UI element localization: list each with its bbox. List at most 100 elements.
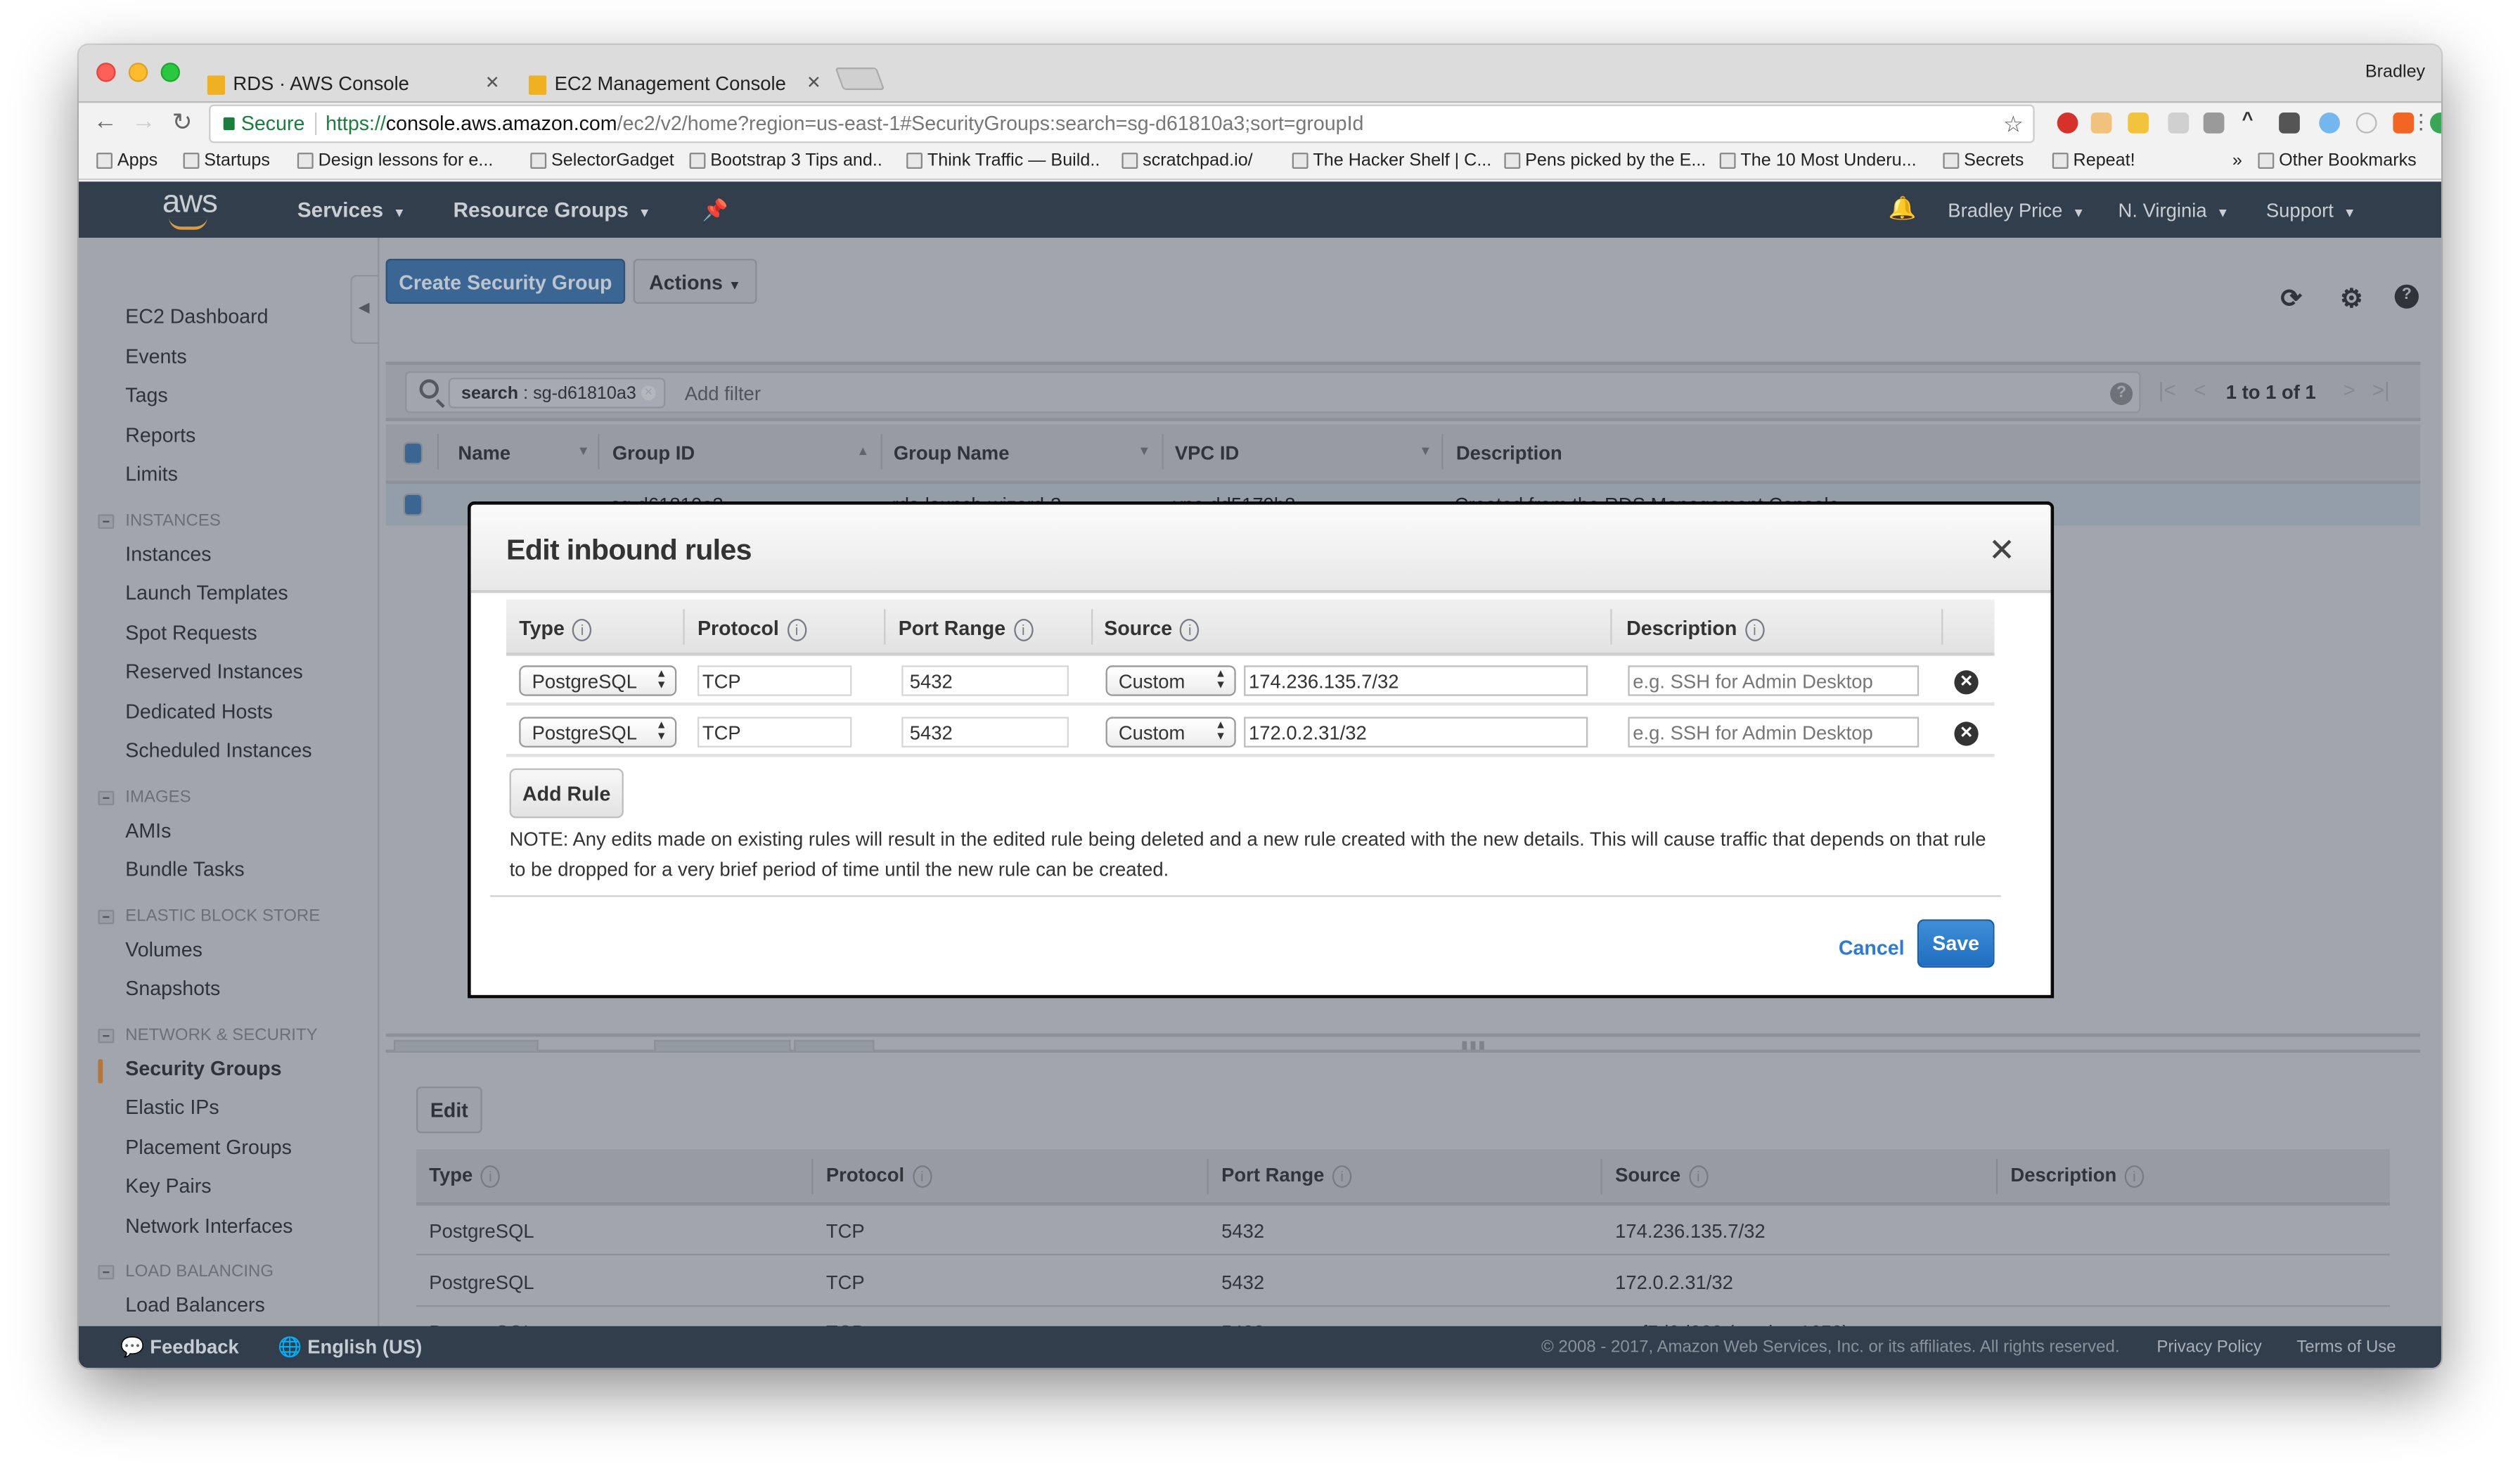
type-select[interactable]: PostgreSQL ▲ ▼ (519, 665, 677, 696)
extension-icon[interactable] (2128, 112, 2149, 134)
sidebar-item[interactable]: Reserved Instances (125, 660, 303, 683)
bookmarks-overflow-button[interactable]: » (2232, 151, 2242, 170)
sidebar-item[interactable]: Load Balancers (125, 1294, 265, 1316)
feedback-link[interactable]: 💬 Feedback (120, 1335, 238, 1358)
sidebar-item[interactable]: Key Pairs (125, 1175, 211, 1198)
region-menu[interactable]: N. Virginia ▼ (2119, 199, 2230, 222)
source-field[interactable]: 172.0.2.31/32 (1244, 716, 1588, 747)
tab-close-icon[interactable]: ✕ (485, 72, 500, 93)
extension-icon[interactable] (2090, 112, 2112, 134)
select-all-checkbox[interactable] (403, 442, 423, 465)
bookmark-item[interactable]: SelectorGadget (530, 151, 674, 170)
bookmark-item[interactable]: Pens picked by the E... (1504, 151, 1706, 170)
save-button[interactable]: Save (1917, 919, 1995, 968)
collapse-section-icon[interactable] (98, 513, 115, 528)
gear-icon[interactable]: ⚙ (2340, 283, 2363, 315)
aws-logo[interactable]: aws (162, 185, 218, 222)
next-page-icon[interactable]: > (2344, 378, 2355, 402)
extension-icon[interactable] (2429, 112, 2441, 134)
column-header-description[interactable]: Description (1456, 442, 1562, 465)
port-range-field[interactable]: 5432 (901, 665, 1069, 696)
delete-rule-icon[interactable]: ✕ (1954, 670, 1979, 695)
extension-icon[interactable] (2355, 112, 2377, 134)
resource-groups-menu[interactable]: Resource Groups ▼ (454, 198, 651, 222)
reload-icon[interactable]: ↻ (172, 108, 193, 136)
pin-icon[interactable]: 📌 (702, 198, 728, 224)
sidebar-item[interactable]: Tags (125, 384, 167, 406)
row-checkbox[interactable] (403, 493, 423, 516)
sidebar-item[interactable]: Network Interfaces (125, 1214, 292, 1237)
profile-name[interactable]: Bradley (2365, 63, 2425, 82)
adblock-extension-icon[interactable] (2057, 112, 2078, 134)
bookmark-item[interactable]: Repeat! (2052, 151, 2135, 170)
source-type-select[interactable]: Custom ▲ ▼ (1105, 665, 1236, 696)
detail-tab[interactable] (794, 1039, 875, 1051)
description-field[interactable]: e.g. SSH for Admin Desktop (1628, 716, 1920, 747)
extension-icon[interactable]: ^ (2242, 108, 2263, 130)
pane-splitter[interactable] (385, 1033, 2421, 1037)
bookmark-item[interactable]: scratchpad.io/ (1121, 151, 1253, 170)
bookmark-star-icon[interactable]: ☆ (2003, 111, 2024, 139)
previous-page-icon[interactable]: < (2194, 378, 2206, 402)
sidebar-item[interactable]: Snapshots (125, 977, 220, 1000)
first-page-icon[interactable]: |< (2159, 378, 2176, 402)
browser-tab-ec2[interactable]: EC2 Management Console ✕ (513, 56, 835, 103)
sidebar-item[interactable]: Volumes (125, 938, 202, 961)
column-header-group-id[interactable]: Group ID (612, 442, 695, 465)
create-security-group-button[interactable]: Create Security Group (385, 258, 626, 304)
bookmark-item[interactable]: Apps (96, 151, 158, 170)
collapse-sidebar-button[interactable]: ◀ (350, 274, 380, 345)
sidebar-item[interactable]: Spot Requests (125, 621, 257, 643)
cancel-button[interactable]: Cancel (1839, 937, 1905, 960)
sidebar-item[interactable]: Launch Templates (125, 582, 288, 604)
detail-tab[interactable] (654, 1039, 791, 1051)
browser-tab-rds[interactable]: RDS · AWS Console ✕ (191, 56, 513, 103)
sidebar-item[interactable]: Reports (125, 423, 195, 446)
privacy-policy-link[interactable]: Privacy Policy (2156, 1338, 2261, 1357)
sidebar-item[interactable]: Dedicated Hosts (125, 700, 273, 722)
description-field[interactable]: e.g. SSH for Admin Desktop (1628, 665, 1920, 696)
protocol-field[interactable]: TCP (697, 716, 852, 747)
menu-kebab-icon[interactable]: ⋮ (2411, 109, 2432, 135)
collapse-section-icon[interactable] (98, 1264, 115, 1280)
help-icon[interactable]: ? (2394, 284, 2419, 309)
new-tab-button[interactable] (835, 67, 885, 90)
sidebar-item[interactable]: Scheduled Instances (125, 739, 311, 762)
collapse-section-icon[interactable] (98, 790, 115, 804)
add-rule-button[interactable]: Add Rule (509, 768, 624, 819)
sidebar-item[interactable]: Limits (125, 463, 178, 485)
bookmark-item[interactable]: Design lessons for e... (297, 151, 493, 170)
collapse-section-icon[interactable] (98, 1027, 115, 1043)
maximize-window-button[interactable] (160, 63, 180, 82)
close-icon[interactable]: ✕ (1988, 530, 2015, 570)
notifications-bell-icon[interactable]: 🔔 (1889, 195, 1917, 222)
bookmark-item[interactable]: Startups (183, 151, 270, 170)
column-header-group-name[interactable]: Group Name (894, 442, 1010, 465)
sidebar-item[interactable]: Bundle Tasks (125, 859, 244, 881)
tab-close-icon[interactable]: ✕ (806, 72, 821, 93)
filter-input[interactable]: search : sg-d61810a3 ✕ Add filter ? (404, 371, 2141, 413)
type-select[interactable]: PostgreSQL ▲ ▼ (519, 716, 677, 747)
bookmark-item[interactable]: Secrets (1943, 151, 2024, 170)
bookmark-item[interactable]: The Hacker Shelf | C... (1292, 151, 1491, 170)
source-type-select[interactable]: Custom ▲ ▼ (1105, 716, 1236, 747)
sidebar-item[interactable]: Elastic IPs (125, 1096, 219, 1119)
extension-icon[interactable] (2203, 112, 2225, 134)
address-bar[interactable]: Secure https://console.aws.amazon.com/ec2… (209, 104, 2035, 143)
pocket-extension-icon[interactable] (2279, 112, 2300, 134)
close-window-button[interactable] (96, 63, 116, 82)
user-menu[interactable]: Bradley Price ▼ (1948, 199, 2085, 222)
edit-rules-button[interactable]: Edit (416, 1086, 482, 1134)
actions-dropdown-button[interactable]: Actions ▼ (633, 258, 757, 304)
search-filter-token[interactable]: search : sg-d61810a3 ✕ (448, 378, 666, 409)
services-menu[interactable]: Services ▼ (297, 198, 406, 222)
column-header-vpc-id[interactable]: VPC ID (1175, 442, 1239, 465)
other-bookmarks-folder[interactable]: Other Bookmarks (2258, 151, 2417, 170)
protocol-field[interactable]: TCP (697, 665, 852, 696)
sidebar-item[interactable]: Security Groups (125, 1057, 281, 1079)
sidebar-item[interactable]: EC2 Dashboard (125, 305, 268, 328)
detail-tab[interactable] (393, 1039, 539, 1051)
refresh-icon[interactable]: ⟳ (2280, 283, 2302, 315)
minimize-window-button[interactable] (128, 63, 148, 82)
remove-token-icon[interactable]: ✕ (641, 385, 656, 401)
